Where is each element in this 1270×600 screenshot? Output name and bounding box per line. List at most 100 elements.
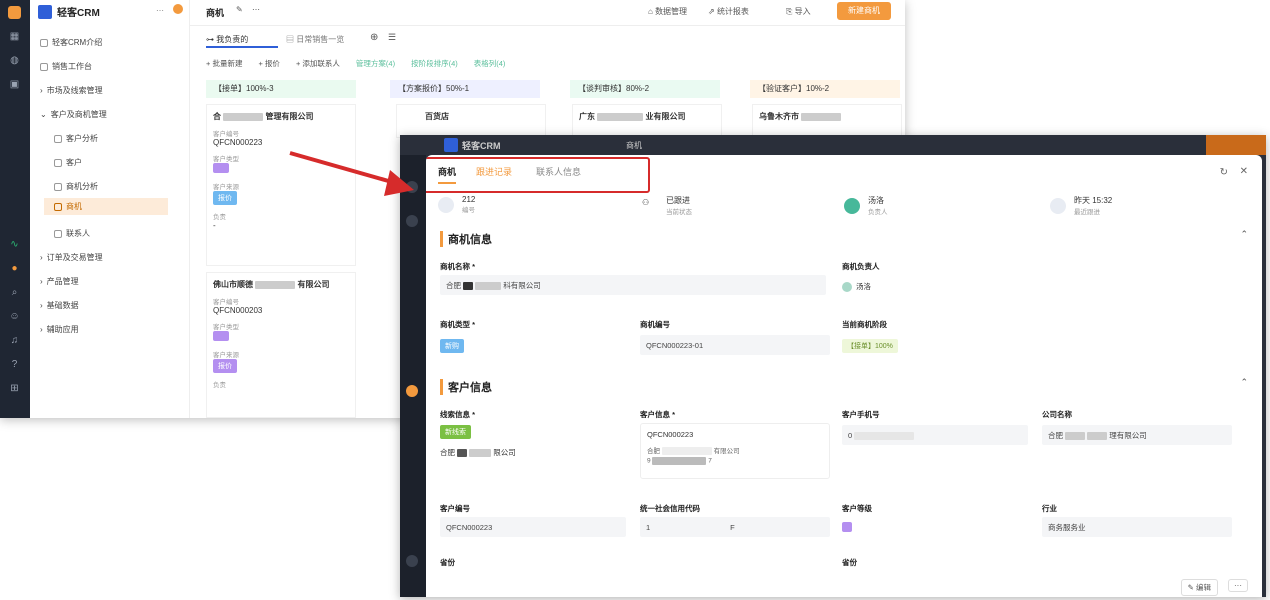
company-field[interactable]: 合肥 理有限公司 <box>1042 425 1232 445</box>
stat-label: 当前状态 <box>666 209 692 216</box>
action-item[interactable]: 表格列(4) <box>474 58 506 69</box>
level-field[interactable] <box>842 519 852 537</box>
rail-icon[interactable] <box>406 181 418 193</box>
nav-item-contact[interactable]: 联系人 <box>54 228 90 239</box>
kanban-card[interactable]: 合 管理有限公司 客户编号 QFCN000223 客户类型 客户来源 报价 负责… <box>206 104 356 266</box>
nav-group-aux[interactable]: › 辅助应用 <box>40 324 79 335</box>
field-value: 理有限公司 <box>1109 431 1147 440</box>
nav-group-order[interactable]: › 订单及交易管理 <box>40 252 103 263</box>
list-icon[interactable]: ☰ <box>388 32 396 43</box>
kanban-card[interactable]: 百货店 <box>396 104 546 138</box>
stat-item: 汤洛 负责人 <box>844 195 888 216</box>
rail-icon[interactable] <box>406 215 418 227</box>
nav-item-intro[interactable]: 轻客CRM介绍 <box>40 37 102 48</box>
nav-label: 联系人 <box>66 229 90 238</box>
add-view-icon[interactable]: ⊕ <box>370 32 378 43</box>
collapse-icon[interactable]: ⋯ <box>156 6 164 15</box>
opportunity-code-field[interactable]: QFCN000223-01 <box>640 335 830 355</box>
nav-label: 订单及交易管理 <box>46 253 103 262</box>
view-icon: ⊶ <box>206 35 217 44</box>
view-tab-mine[interactable]: ⊶ 我负责的 <box>206 30 278 48</box>
settings-icon[interactable] <box>173 4 183 14</box>
import-button[interactable]: ⎘ 导入 <box>786 6 811 17</box>
new-button[interactable] <box>1206 135 1266 155</box>
nav-group-product[interactable]: › 产品管理 <box>40 276 79 287</box>
wave-icon[interactable]: ∿ <box>8 238 21 251</box>
user-icon[interactable]: ☺ <box>8 310 21 323</box>
field-value: 0 <box>848 431 853 440</box>
globe-icon[interactable]: ◍ <box>8 54 21 67</box>
type-field[interactable]: 新购 <box>440 335 464 353</box>
kanban-card[interactable]: 乌鲁木齐市 <box>752 104 902 138</box>
highlight-box <box>426 157 650 193</box>
action-item[interactable]: 管理方案(4) <box>356 58 395 69</box>
card-name-end: 业有限公司 <box>645 112 686 121</box>
nav-group-customer[interactable]: ⌄ 客户及商机管理 <box>40 109 107 120</box>
grid-icon[interactable]: ▣ <box>8 78 21 91</box>
nav-item-opportunity[interactable]: 商机 <box>44 198 168 215</box>
apps-icon[interactable]: ▦ <box>8 30 21 43</box>
owner-field[interactable]: 汤洛 <box>842 281 871 292</box>
action-item[interactable]: + 批量新建 <box>206 58 242 69</box>
app-logo-icon[interactable] <box>8 6 21 19</box>
edit-button[interactable]: ✎ 编辑 <box>1180 579 1218 596</box>
nav-item-workbench[interactable]: 销售工作台 <box>40 61 92 72</box>
nav-label: 市场及线索管理 <box>46 86 103 95</box>
dot-icon[interactable]: ● <box>8 262 21 275</box>
nav-group-marketing[interactable]: › 市场及线索管理 <box>40 85 103 96</box>
nav-group-basedata[interactable]: › 基础数据 <box>40 300 79 311</box>
edit-icon: ✎ <box>1187 583 1196 592</box>
nav-item-customer-analysis[interactable]: 客户分析 <box>54 133 98 144</box>
column-header: 【接单】100%-3 <box>206 80 356 98</box>
lead-field[interactable]: 新线索 合肥 限公司 <box>440 425 626 475</box>
credit-code-field[interactable]: 1F <box>640 517 830 537</box>
brand-name: 轻客CRM <box>57 8 100 19</box>
doc-icon <box>54 158 62 167</box>
nav-item-customer[interactable]: 客户 <box>54 157 82 168</box>
refresh-icon[interactable]: ↻ <box>1220 167 1228 178</box>
card-name: 广东 <box>579 112 595 121</box>
field-value: F <box>730 523 735 532</box>
help-icon[interactable]: ? <box>8 358 21 371</box>
chevron-right-icon: › <box>40 253 43 262</box>
field-label: 客户编号 <box>440 504 470 513</box>
pin-icon[interactable]: ✎ <box>236 5 243 14</box>
action-item[interactable]: + 报价 <box>258 58 279 69</box>
customer-code-field[interactable]: QFCN000223 <box>440 517 626 537</box>
action-item[interactable]: 按阶段排序(4) <box>411 58 458 69</box>
stats-button[interactable]: ⇗ 统计报表 <box>708 6 749 17</box>
view-tab-daily[interactable]: ▤ 日常销售一览 <box>286 34 344 45</box>
stage-field[interactable]: 【接单】100% <box>842 335 898 353</box>
bell-icon[interactable]: ♫ <box>8 334 21 347</box>
close-icon[interactable]: ✕ <box>1240 166 1248 177</box>
view-label: 我负责的 <box>216 35 249 44</box>
nav-item-opportunity-analysis[interactable]: 商机分析 <box>54 181 98 192</box>
more-button[interactable]: ··· <box>1228 579 1248 592</box>
data-manage-label: 数据管理 <box>655 7 688 16</box>
brand-name: 轻客CRM <box>462 141 501 151</box>
industry-field[interactable]: 商务服务业 <box>1042 517 1232 537</box>
kanban-card[interactable]: 佛山市顺德 有限公司 客户编号 QFCN000203 客户类型 客户来源 报价 … <box>206 272 356 418</box>
nav-label: 销售工作台 <box>52 62 92 71</box>
new-opportunity-button[interactable]: 新建商机 <box>837 2 891 20</box>
card-code: QFCN000223 <box>213 138 263 147</box>
apps-grid-icon[interactable]: ⊞ <box>8 382 21 395</box>
rail-icon[interactable] <box>406 385 418 397</box>
chevron-up-icon[interactable]: ⌃ <box>1240 377 1248 388</box>
phone-field[interactable]: 0 <box>842 425 1028 445</box>
level-tag <box>842 522 852 532</box>
top-bar: 商机 ✎ ⋯ ⌂ 数据管理 ⇗ 统计报表 ⎘ 导入 新建商机 <box>190 0 905 26</box>
customer-field[interactable]: QFCN000223 合肥 有限公司 9 7 <box>640 423 830 479</box>
app-rail: ▦ ◍ ▣ ∿ ● ⌕ ☺ ♫ ? ⊞ <box>0 0 30 418</box>
search-icon[interactable]: ⌕ <box>8 286 21 299</box>
more-icon[interactable]: ⋯ <box>252 5 260 14</box>
chevron-up-icon[interactable]: ⌃ <box>1240 229 1248 240</box>
opportunity-name-field[interactable]: 合肥 科有限公司 <box>440 275 826 295</box>
action-item[interactable]: + 添加联系人 <box>296 58 340 69</box>
field-label: 客户来源 <box>213 352 239 359</box>
kanban-card[interactable]: 广东 业有限公司 <box>572 104 722 138</box>
field-label: 客户手机号 <box>842 410 880 419</box>
rail-icon[interactable] <box>406 555 418 567</box>
data-manage-button[interactable]: ⌂ 数据管理 <box>648 6 687 17</box>
doc-icon <box>54 182 62 191</box>
